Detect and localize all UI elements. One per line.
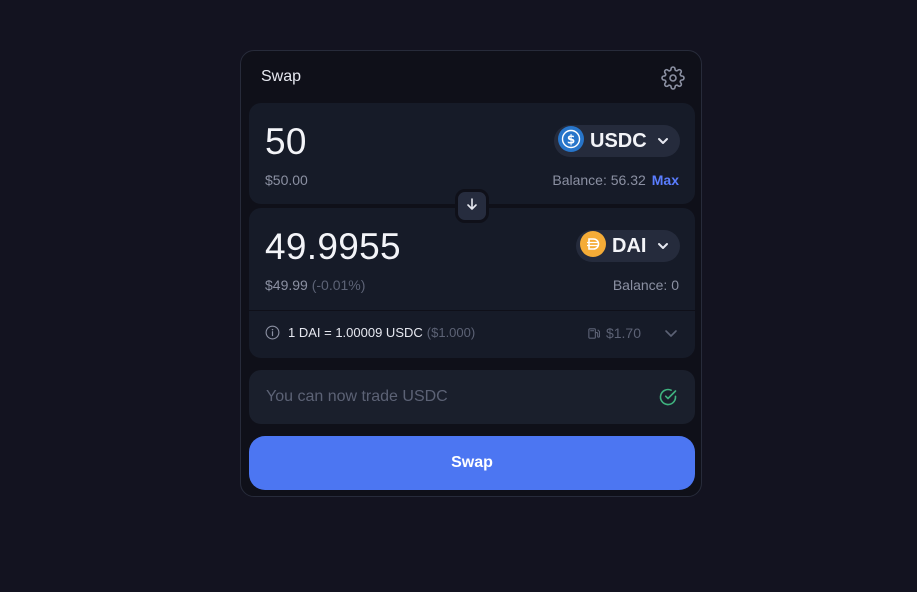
to-token-selector[interactable]: DAI <box>576 230 680 262</box>
from-balance-label: Balance: 56.32 <box>552 172 646 188</box>
from-usd-value: $50.00 <box>265 172 308 188</box>
price-impact: (-0.01%) <box>311 277 366 293</box>
chevron-down-icon <box>656 239 670 253</box>
swap-card: Swap 50 $ USDC $50.00 Balance: 56.32 Max <box>240 50 702 497</box>
usdc-icon: $ <box>558 125 584 157</box>
to-balance: Balance: 0 <box>612 277 679 293</box>
flip-tokens-button[interactable] <box>455 189 489 223</box>
exchange-rate: 1 DAI = 1.00009 USDC <box>288 325 423 340</box>
check-circle-icon <box>658 387 678 407</box>
card-title: Swap <box>261 68 302 85</box>
approval-notice: You can now trade USDC <box>249 370 695 424</box>
chevron-down-icon <box>656 134 670 148</box>
exchange-rate-usd: ($1.000) <box>426 325 476 340</box>
gas-fee-value: $1.70 <box>605 325 641 341</box>
divider <box>249 310 695 311</box>
from-amount-input[interactable]: 50 <box>265 121 307 163</box>
swap-button[interactable]: Swap <box>249 436 695 490</box>
exchange-rate-row[interactable]: 1 DAI = 1.00009 USDC ($1.000) <box>265 325 475 340</box>
chevron-down-icon[interactable] <box>663 325 679 341</box>
dai-icon <box>580 230 606 262</box>
gas-fee[interactable]: $1.70 <box>587 325 679 341</box>
max-button[interactable]: Max <box>652 172 679 188</box>
to-usd-amount: $49.99 <box>265 277 308 293</box>
to-usd-value: $49.99 (-0.01%) <box>265 277 365 293</box>
to-amount[interactable]: 49.9955 <box>265 226 401 268</box>
to-panel: 49.9955 DAI $49.99 (-0.01%) Balance: 0 1… <box>249 208 695 358</box>
to-token-symbol: DAI <box>612 234 647 257</box>
from-balance: Balance: 56.32 Max <box>552 172 679 188</box>
info-icon <box>265 325 280 340</box>
approval-notice-text: You can now trade USDC <box>266 388 448 405</box>
from-token-symbol: USDC <box>590 129 647 152</box>
from-token-selector[interactable]: $ USDC <box>554 125 680 157</box>
svg-text:$: $ <box>567 132 575 146</box>
arrow-down-icon <box>465 197 479 216</box>
gas-pump-icon <box>587 327 600 340</box>
gear-icon[interactable] <box>661 66 685 90</box>
